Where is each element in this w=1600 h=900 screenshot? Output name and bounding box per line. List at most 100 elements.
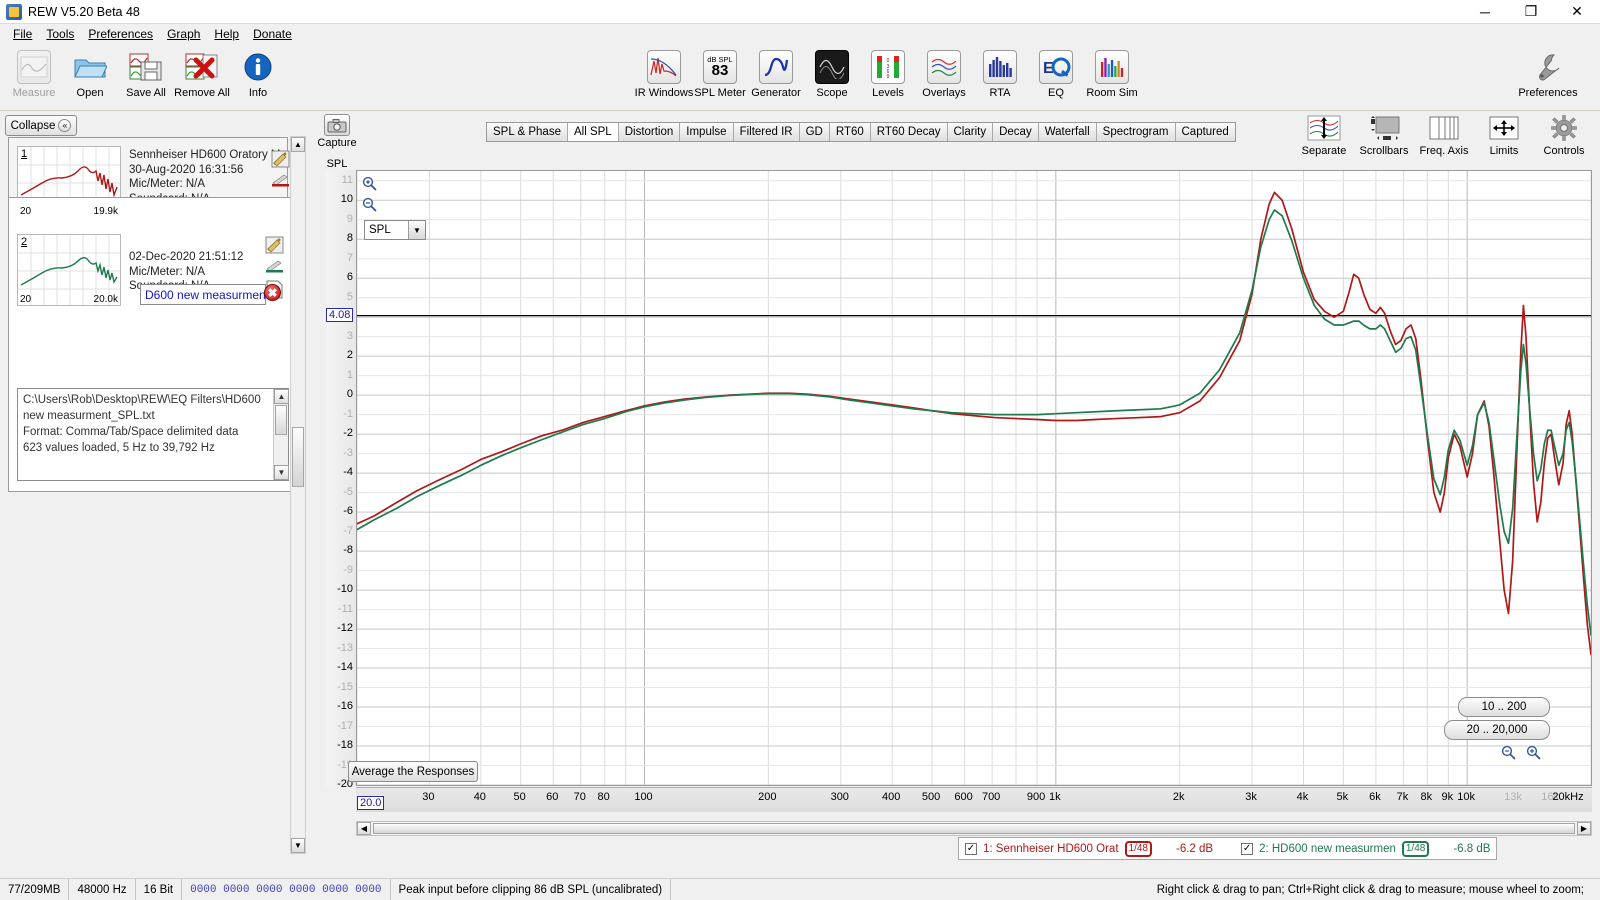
range-button-20-20000[interactable]: 20 .. 20,000: [1444, 720, 1550, 740]
x-tick-2k: 2k: [1172, 791, 1185, 803]
edit-notes-icon-2[interactable]: [265, 236, 284, 254]
legend-smoothing-2[interactable]: 1/48: [1401, 840, 1430, 857]
room-sim-button[interactable]: Room Sim: [1084, 47, 1140, 99]
menu-graph[interactable]: Graph: [160, 26, 207, 42]
hscroll-right[interactable]: ▶: [1577, 822, 1591, 835]
y-zoom-out-icon[interactable]: [362, 197, 378, 216]
menu-donate[interactable]: Donate: [246, 26, 299, 42]
maximize-button[interactable]: ❐: [1508, 0, 1554, 24]
tab-gd[interactable]: GD: [799, 123, 830, 141]
controls-button[interactable]: Controls: [1534, 114, 1594, 157]
legend-smoothing-1[interactable]: 1/48: [1124, 840, 1152, 857]
measurements-scroll-up[interactable]: ▲: [291, 137, 305, 152]
x-axis[interactable]: 30 40 50 60 70 80 100 200 300 400 500 600 700 900 1k 2k…: [356, 787, 1592, 812]
file-info-scroll-up[interactable]: ▲: [274, 389, 289, 404]
collapse-button[interactable]: Collapse «: [5, 115, 77, 136]
spl-meter-button[interactable]: dB SPL 83 SPL Meter: [692, 47, 748, 99]
info-button[interactable]: Info: [230, 47, 286, 99]
scrollbars-button[interactable]: Scrollbars: [1354, 114, 1414, 157]
preferences-button[interactable]: Preferences: [1502, 47, 1594, 99]
menu-help[interactable]: Help: [207, 26, 246, 42]
measurements-scroll-thumb[interactable]: [292, 427, 304, 487]
x-zoom-out-icon[interactable]: [1501, 745, 1517, 764]
tab-clarity[interactable]: Clarity: [947, 123, 994, 141]
measurement-index-1: 1: [21, 148, 28, 160]
freq-axis-button[interactable]: Freq. Axis: [1414, 114, 1474, 157]
x-tick-100: 100: [634, 791, 653, 803]
close-button[interactable]: ✕: [1554, 0, 1600, 24]
y-tick-11: 11: [341, 173, 353, 186]
save-all-label: Save All: [126, 87, 166, 99]
spl-meter-value: 83: [711, 62, 729, 80]
info-label: Info: [248, 87, 268, 99]
measurements-scroll-down[interactable]: ▼: [291, 838, 305, 853]
tab-rt60-decay[interactable]: RT60 Decay: [870, 123, 948, 141]
graph-hscrollbar[interactable]: ◀ ▶: [356, 821, 1592, 836]
y-tick--13: -13: [337, 641, 353, 654]
rta-button[interactable]: RTA: [972, 47, 1028, 99]
measurement-card-2[interactable]: 2 20 20.0k 02-Dec-2020 21:51:12 Mic/Mete…: [8, 197, 296, 492]
measurements-scrollbar[interactable]: ▲ ▼: [290, 136, 306, 854]
file-info-scrollbar[interactable]: ▲ ▼: [273, 389, 289, 480]
legend-checkbox-2[interactable]: ✓: [1241, 842, 1254, 855]
generator-button[interactable]: Generator: [748, 47, 804, 99]
tab-waterfall[interactable]: Waterfall: [1038, 123, 1097, 141]
file-info-line-3: 623 values loaded, 5 Hz to 39,792 Hz: [23, 442, 215, 454]
levels-button[interactable]: 0 3 6 9 Levels: [860, 47, 916, 99]
menu-preferences[interactable]: Preferences: [81, 26, 160, 42]
hscroll-left[interactable]: ◀: [357, 822, 371, 835]
y-zoom-in-icon[interactable]: [362, 176, 378, 195]
measurements-panel: Collapse « 1 20 19.9k Sennheiser HD600 O…: [0, 112, 310, 862]
tab-spectrogram[interactable]: Spectrogram: [1096, 123, 1176, 141]
y-tick-8: 8: [346, 232, 353, 245]
file-info-scroll-down[interactable]: ▼: [274, 465, 289, 480]
overlays-button[interactable]: Overlays: [916, 47, 972, 99]
plot-canvas[interactable]: [356, 170, 1592, 786]
scope-label: Scope: [816, 87, 848, 99]
open-button[interactable]: Open: [62, 47, 118, 99]
spl-axis-selector[interactable]: SPL ▼: [364, 220, 426, 240]
limits-button[interactable]: Limits: [1474, 114, 1534, 157]
legend-item-2[interactable]: ✓ 2: HD600 new measurmen 1/48 -6.8 dB: [1241, 840, 1490, 857]
tab-all-spl[interactable]: All SPL: [567, 123, 619, 141]
tab-captured[interactable]: Captured: [1175, 123, 1235, 141]
edit-notes-icon-1[interactable]: [271, 150, 290, 168]
tab-rt60[interactable]: RT60: [829, 123, 871, 141]
spl-axis-selector-value: SPL: [369, 224, 391, 236]
remove-all-button[interactable]: Remove All: [174, 47, 230, 99]
tab-spl-phase[interactable]: SPL & Phase: [487, 123, 568, 141]
hscroll-thumb[interactable]: [373, 823, 1575, 834]
rta-icon: [982, 49, 1018, 85]
color-pen-icon-1[interactable]: [271, 172, 290, 190]
eq-button[interactable]: E EQ: [1028, 47, 1084, 99]
legend-checkbox-1[interactable]: ✓: [965, 842, 977, 855]
x-zoom-in-icon[interactable]: [1526, 745, 1542, 764]
spl-chart: [357, 171, 1591, 785]
ir-windows-button[interactable]: IR Windows: [635, 47, 693, 99]
menu-tools[interactable]: Tools: [39, 26, 81, 42]
color-pen-icon-2[interactable]: [265, 258, 284, 276]
average-responses-button[interactable]: Average the Responses: [348, 761, 478, 782]
room-sim-label: Room Sim: [1086, 87, 1138, 99]
menu-bar: File Tools Preferences Graph Help Donate: [0, 24, 1600, 43]
tab-distortion[interactable]: Distortion: [618, 123, 681, 141]
tab-decay[interactable]: Decay: [993, 123, 1039, 141]
tab-impulse[interactable]: Impulse: [680, 123, 734, 141]
separate-button[interactable]: Separate: [1294, 114, 1354, 157]
file-info-scroll-thumb[interactable]: [275, 405, 287, 435]
scope-button[interactable]: Scope: [804, 47, 860, 99]
save-all-button[interactable]: Save All: [118, 47, 174, 99]
legend-item-1[interactable]: ✓ 1: Sennheiser HD600 Orat 1/48 -6.2 dB: [965, 840, 1213, 857]
x-tick-50: 50: [513, 791, 526, 803]
measure-button[interactable]: Measure: [6, 47, 62, 99]
remove-all-label: Remove All: [174, 87, 230, 99]
delete-measurement-2[interactable]: ✖: [264, 284, 281, 301]
chevron-down-icon[interactable]: ▼: [408, 221, 425, 239]
minimize-button[interactable]: ─: [1462, 0, 1508, 24]
tab-filtered-ir[interactable]: Filtered IR: [733, 123, 800, 141]
range-button-10-200[interactable]: 10 .. 200: [1458, 697, 1550, 717]
y-axis[interactable]: 11109876543210-1-2-3-4-5-6-7-8-9-10-11-1…: [326, 170, 356, 790]
measurement-name-input-2[interactable]: D600 new measurmen: [140, 284, 266, 305]
menu-file[interactable]: File: [6, 26, 39, 42]
gear-icon: [1545, 114, 1583, 142]
